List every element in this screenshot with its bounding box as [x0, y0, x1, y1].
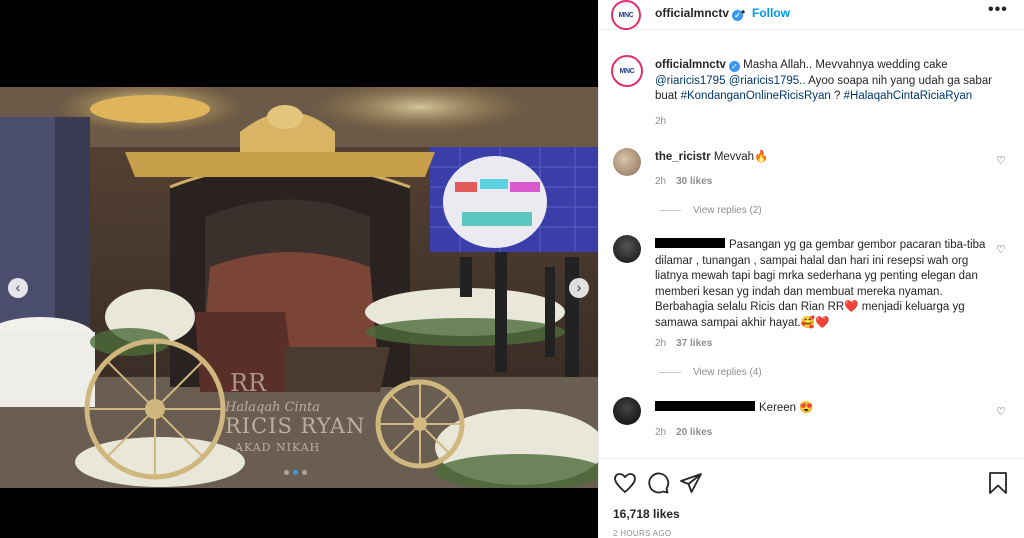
post-header: MNC officialmnctv ✓ • Follow •••	[599, 0, 1024, 30]
comment-icon[interactable]	[646, 471, 670, 495]
replies-line	[659, 210, 681, 211]
post-media: RR Halaqah Cinta RICIS RYAN AKAD NIKAH ‹…	[0, 0, 598, 538]
comment-likes[interactable]: 37 likes	[676, 338, 712, 349]
replies-line	[659, 372, 681, 373]
watermark-names: RICIS RYAN	[225, 414, 366, 438]
carousel-dot[interactable]	[293, 470, 298, 475]
separator-dot: •	[741, 5, 746, 19]
heart-icon[interactable]	[613, 471, 637, 495]
avatar[interactable]	[613, 397, 641, 425]
comment-time[interactable]: 2h	[655, 427, 666, 438]
comment-text: Pasangan yg ga gembar gembor pacaran tib…	[655, 239, 986, 329]
caption-text-3: ?	[834, 90, 841, 102]
caption-username[interactable]: officialmnctv	[655, 59, 726, 71]
comment-text: Mevvah🔥	[713, 151, 769, 163]
heart-icon[interactable]: ♡	[996, 154, 1006, 167]
bookmark-icon[interactable]	[986, 471, 1010, 495]
mention-link[interactable]: @riaricis1795..	[729, 75, 806, 87]
avatar[interactable]	[613, 148, 641, 176]
watermark-script: Halaqah Cinta	[225, 400, 321, 415]
carousel-prev-button[interactable]: ‹	[8, 278, 28, 298]
post-sidebar: MNC officialmnctv ✓ • Follow ••• MNC offi…	[598, 0, 1024, 538]
avatar[interactable]	[613, 235, 641, 263]
caption-avatar[interactable]: MNC	[611, 55, 643, 87]
redacted-username	[655, 238, 725, 248]
post-photo[interactable]: RR Halaqah Cinta RICIS RYAN AKAD NIKAH	[0, 87, 598, 488]
post-actions: 16,718 likes 2 HOURS AGO	[599, 458, 1024, 538]
more-icon[interactable]: •••	[988, 1, 1008, 19]
comment-time[interactable]: 2h	[655, 338, 666, 349]
caption-time[interactable]: 2h	[655, 116, 666, 127]
likes-count[interactable]: 16,718 likes	[613, 507, 680, 521]
heart-icon[interactable]: ♡	[996, 243, 1006, 256]
heart-icon[interactable]: ♡	[996, 405, 1006, 418]
comment-text: Kereen 😍	[759, 402, 814, 414]
view-replies-label: View replies (4)	[693, 367, 762, 378]
hashtag-link[interactable]: #KondanganOnlineRicisRyan	[681, 90, 831, 102]
carousel-dot[interactable]	[302, 470, 307, 475]
carousel-dot[interactable]	[284, 470, 289, 475]
mnc-logo: MNC	[619, 67, 635, 75]
follow-button[interactable]: Follow	[752, 6, 790, 20]
post-username[interactable]: officialmnctv	[655, 6, 729, 20]
carousel-next-button[interactable]: ›	[569, 278, 589, 298]
avatar[interactable]: MNC	[611, 0, 641, 30]
watermark-subtitle: AKAD NIKAH	[235, 441, 321, 454]
mnc-logo: MNC	[618, 11, 634, 19]
comment-username[interactable]: the_ricistr	[655, 151, 711, 163]
comments-list[interactable]: MNC officialmnctv ✓ Masha Allah.. Mevvahn…	[599, 45, 1024, 458]
mention-link[interactable]: @riaricis1795	[655, 75, 725, 87]
carousel-dots	[284, 470, 307, 475]
comment-likes[interactable]: 20 likes	[676, 427, 712, 438]
comment-likes[interactable]: 30 likes	[676, 176, 712, 187]
comment-time[interactable]: 2h	[655, 176, 666, 187]
view-replies-button[interactable]: View replies (2)	[659, 205, 762, 216]
view-replies-label: View replies (2)	[693, 205, 762, 216]
verified-icon: ✓	[728, 61, 740, 72]
post-time[interactable]: 2 HOURS AGO	[613, 529, 671, 538]
caption-text-1: Masha Allah.. Mevvahnya wedding cake	[743, 59, 948, 71]
caption: officialmnctv ✓ Masha Allah.. Mevvahnya w…	[655, 58, 995, 105]
watermark-monogram: RR	[230, 369, 267, 397]
view-replies-button[interactable]: View replies (4)	[659, 367, 762, 378]
redacted-username	[655, 401, 755, 411]
share-icon[interactable]	[679, 471, 703, 495]
hashtag-link[interactable]: #HalaqahCintaRiciaRyan	[844, 90, 973, 102]
